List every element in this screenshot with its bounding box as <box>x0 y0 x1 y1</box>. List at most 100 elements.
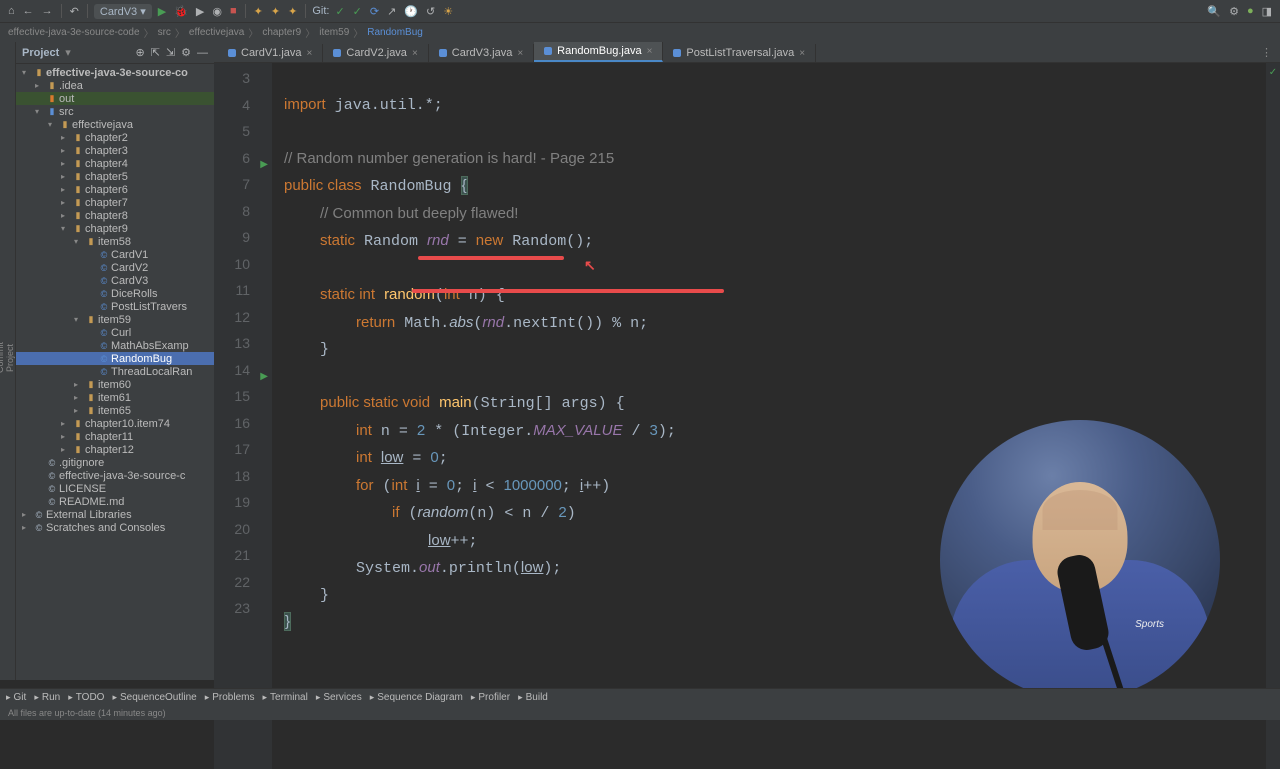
tree-row[interactable]: ▸▮item65 <box>16 404 214 417</box>
line-number[interactable]: 5 <box>214 118 272 145</box>
tree-row[interactable]: ▾▮item58 <box>16 235 214 248</box>
tree-row[interactable]: ©RandomBug <box>16 352 214 365</box>
commit-tool-tab[interactable]: Commit <box>0 46 5 670</box>
git-history-icon[interactable]: 🕐 <box>402 5 420 18</box>
line-number[interactable]: 13 <box>214 330 272 357</box>
project-tree[interactable]: ▾▮effective-java-3e-source-co▸▮.idea▮out… <box>16 64 214 680</box>
tree-row[interactable]: ▮out <box>16 92 214 105</box>
close-icon[interactable]: × <box>647 46 653 57</box>
line-number[interactable]: 16 <box>214 410 272 437</box>
run-config-selector[interactable]: CardV3 ▾ <box>94 4 152 19</box>
bottom-tab[interactable]: ▸Problems <box>205 692 255 703</box>
close-icon[interactable]: × <box>517 48 523 59</box>
line-number[interactable]: 14▶ <box>214 357 272 384</box>
tree-row[interactable]: ▸▮chapter4 <box>16 157 214 170</box>
tree-row[interactable]: ▸▮chapter11 <box>16 430 214 443</box>
bc-item[interactable]: src <box>158 27 171 38</box>
tree-row[interactable]: ▸▮item61 <box>16 391 214 404</box>
bottom-tab[interactable]: ▸Sequence Diagram <box>370 692 463 703</box>
run-icon[interactable]: ▶ <box>156 5 168 18</box>
avatar-icon[interactable]: ● <box>1245 5 1256 17</box>
bc-item[interactable]: RandomBug <box>367 27 423 38</box>
bottom-tab[interactable]: ▸Run <box>34 692 60 703</box>
bottom-tab[interactable]: ▸Services <box>316 692 362 703</box>
ai2-icon[interactable]: ✦ <box>269 5 282 18</box>
line-number[interactable]: 4 <box>214 92 272 119</box>
tab-more-icon[interactable]: ⋮ <box>1253 43 1280 62</box>
git-rollback-icon[interactable]: ↺ <box>424 5 437 18</box>
tree-row[interactable]: ©ThreadLocalRan <box>16 365 214 378</box>
tree-row[interactable]: ©LICENSE <box>16 482 214 495</box>
settings-icon[interactable]: ⚙ <box>181 46 191 59</box>
line-number[interactable]: 9 <box>214 224 272 251</box>
git-check2-icon[interactable]: ✓ <box>351 5 364 18</box>
tree-row[interactable]: ▾▮src <box>16 105 214 118</box>
line-number[interactable]: 19 <box>214 489 272 516</box>
tree-row[interactable]: ▸▮item60 <box>16 378 214 391</box>
close-icon[interactable]: × <box>799 48 805 59</box>
tree-row[interactable]: ©effective-java-3e-source-c <box>16 469 214 482</box>
line-number[interactable]: 23 <box>214 595 272 622</box>
tree-row[interactable]: ©CardV3 <box>16 274 214 287</box>
tree-row[interactable]: ▾▮effectivejava <box>16 118 214 131</box>
tree-row[interactable]: ▸▮.idea <box>16 79 214 92</box>
bottom-tab[interactable]: ▸SequenceOutline <box>112 692 196 703</box>
tree-row[interactable]: ©Curl <box>16 326 214 339</box>
editor-tab[interactable]: CardV3.java× <box>429 44 534 62</box>
git-check-icon[interactable]: ✓ <box>333 5 346 18</box>
panel-icon[interactable]: ◨ <box>1260 5 1274 18</box>
line-number[interactable]: 3 <box>214 65 272 92</box>
tree-row[interactable]: ©MathAbsExamp <box>16 339 214 352</box>
ai-icon[interactable]: ✦ <box>252 5 265 18</box>
back-icon[interactable]: ← <box>21 5 36 17</box>
line-number[interactable]: 20 <box>214 516 272 543</box>
select-opened-icon[interactable]: ⊕ <box>135 46 144 59</box>
tree-row[interactable]: ▾▮effective-java-3e-source-co <box>16 66 214 79</box>
home-icon[interactable]: ⌂ <box>6 5 17 17</box>
tree-row[interactable]: ▸©External Libraries <box>16 508 214 521</box>
bottom-tab[interactable]: ▸Git <box>6 692 26 703</box>
editor-tab[interactable]: RandomBug.java× <box>534 42 663 62</box>
close-icon[interactable]: × <box>412 48 418 59</box>
line-number[interactable]: 15 <box>214 383 272 410</box>
editor-tab[interactable]: PostListTraversal.java× <box>663 44 816 62</box>
collapse-icon[interactable]: ⇲ <box>166 46 175 59</box>
line-number[interactable]: 7 <box>214 171 272 198</box>
line-number[interactable]: 18 <box>214 463 272 490</box>
profile-icon[interactable]: ◉ <box>210 5 224 18</box>
undo-icon[interactable]: ↶ <box>68 5 81 18</box>
tree-row[interactable]: ▸▮chapter10.item74 <box>16 417 214 430</box>
sun-icon[interactable]: ☀ <box>441 5 455 18</box>
bc-item[interactable]: item59 <box>319 27 349 38</box>
bottom-tab[interactable]: ▸Terminal <box>263 692 308 703</box>
line-number[interactable]: 8 <box>214 198 272 225</box>
tree-row[interactable]: ▸▮chapter2 <box>16 131 214 144</box>
tree-row[interactable]: ▸▮chapter6 <box>16 183 214 196</box>
bottom-tab[interactable]: ▸TODO <box>68 692 104 703</box>
search-icon[interactable]: 🔍 <box>1205 5 1223 18</box>
line-number[interactable]: 11 <box>214 277 272 304</box>
forward-icon[interactable]: → <box>40 5 55 17</box>
git-update-icon[interactable]: ⟳ <box>368 5 381 18</box>
editor-tab[interactable]: CardV2.java× <box>323 44 428 62</box>
expand-icon[interactable]: ⇱ <box>151 46 160 59</box>
debug-icon[interactable]: 🐞 <box>172 5 190 18</box>
ai3-icon[interactable]: ✦ <box>286 5 299 18</box>
tree-row[interactable]: ▸▮chapter5 <box>16 170 214 183</box>
git-push-icon[interactable]: ↗ <box>385 5 398 18</box>
line-number[interactable]: 12 <box>214 304 272 331</box>
settings-icon[interactable]: ⚙ <box>1227 5 1241 18</box>
hide-icon[interactable]: — <box>197 47 208 59</box>
editor-tab[interactable]: CardV1.java× <box>218 44 323 62</box>
tree-row[interactable]: ▸©Scratches and Consoles <box>16 521 214 534</box>
tree-row[interactable]: ©README.md <box>16 495 214 508</box>
tree-row[interactable]: ▸▮chapter3 <box>16 144 214 157</box>
coverage-icon[interactable]: ▶ <box>194 5 206 18</box>
tree-row[interactable]: ▸▮chapter12 <box>16 443 214 456</box>
tree-row[interactable]: ©.gitignore <box>16 456 214 469</box>
tree-row[interactable]: ▸▮chapter8 <box>16 209 214 222</box>
bc-item[interactable]: effectivejava <box>189 27 244 38</box>
tree-row[interactable]: ▾▮chapter9 <box>16 222 214 235</box>
tree-row[interactable]: ©DiceRolls <box>16 287 214 300</box>
stop-icon[interactable]: ■ <box>228 5 239 17</box>
